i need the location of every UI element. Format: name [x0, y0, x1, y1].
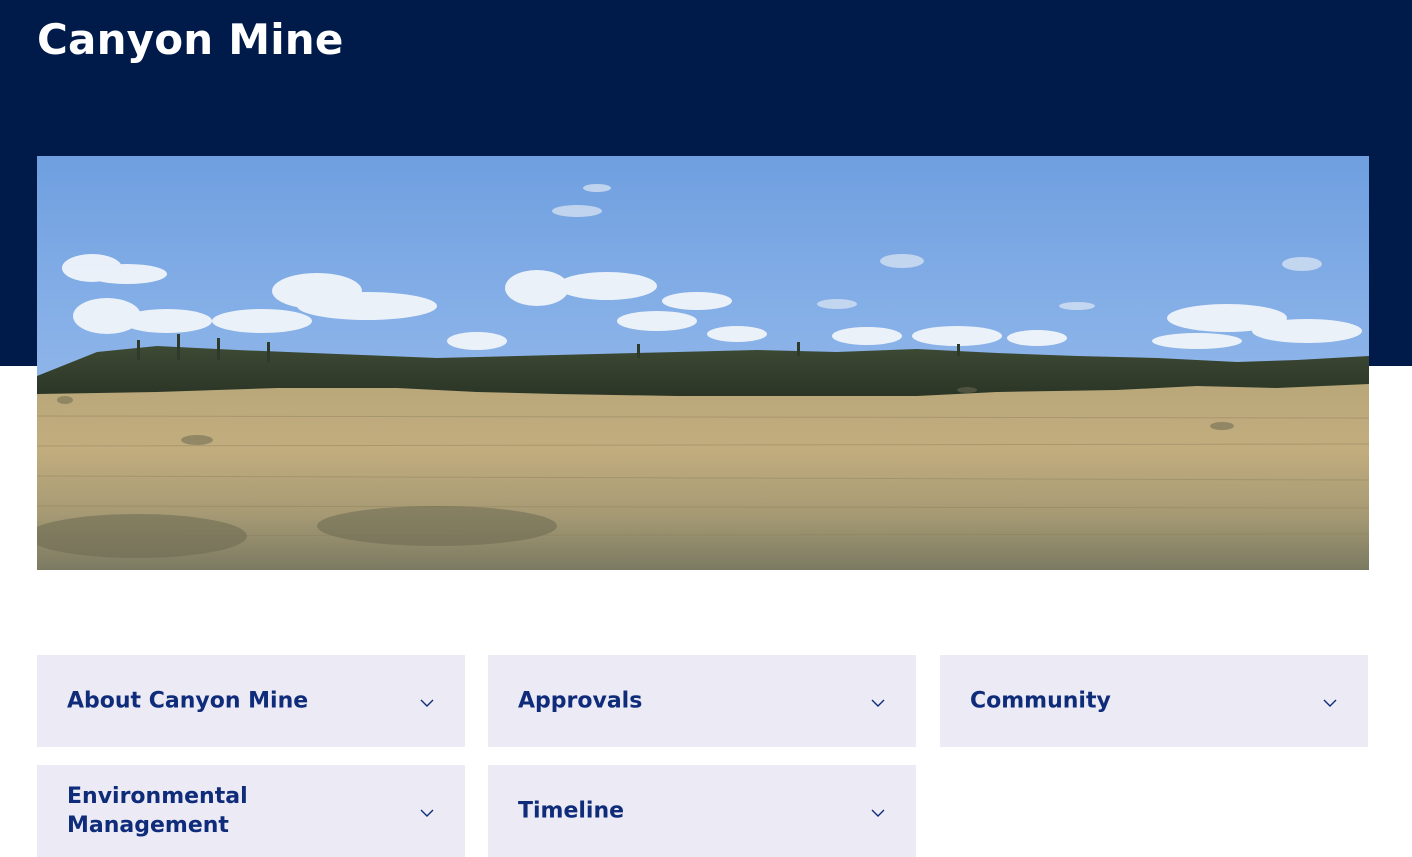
accordion-about-canyon-mine[interactable]: About Canyon Mine	[37, 655, 465, 747]
chevron-down-icon	[420, 699, 434, 707]
accordion-approvals[interactable]: Approvals	[488, 655, 916, 747]
page-title: Canyon Mine	[37, 15, 344, 64]
chevron-down-icon	[871, 809, 885, 817]
accordion-community[interactable]: Community	[940, 655, 1368, 747]
accordion-label: About Canyon Mine	[67, 688, 309, 714]
chevron-down-icon	[420, 809, 434, 817]
chevron-down-icon	[1323, 699, 1337, 707]
accordion-label: Environmental Management	[67, 784, 248, 838]
chevron-down-icon	[871, 699, 885, 707]
accordion-label: Community	[970, 688, 1111, 714]
accordion-label: Timeline	[518, 798, 625, 824]
hero-image	[37, 156, 1369, 570]
accordion-timeline[interactable]: Timeline	[488, 765, 916, 857]
accordion-environmental-management[interactable]: Environmental Management	[37, 765, 465, 857]
accordion-label: Approvals	[518, 688, 643, 714]
